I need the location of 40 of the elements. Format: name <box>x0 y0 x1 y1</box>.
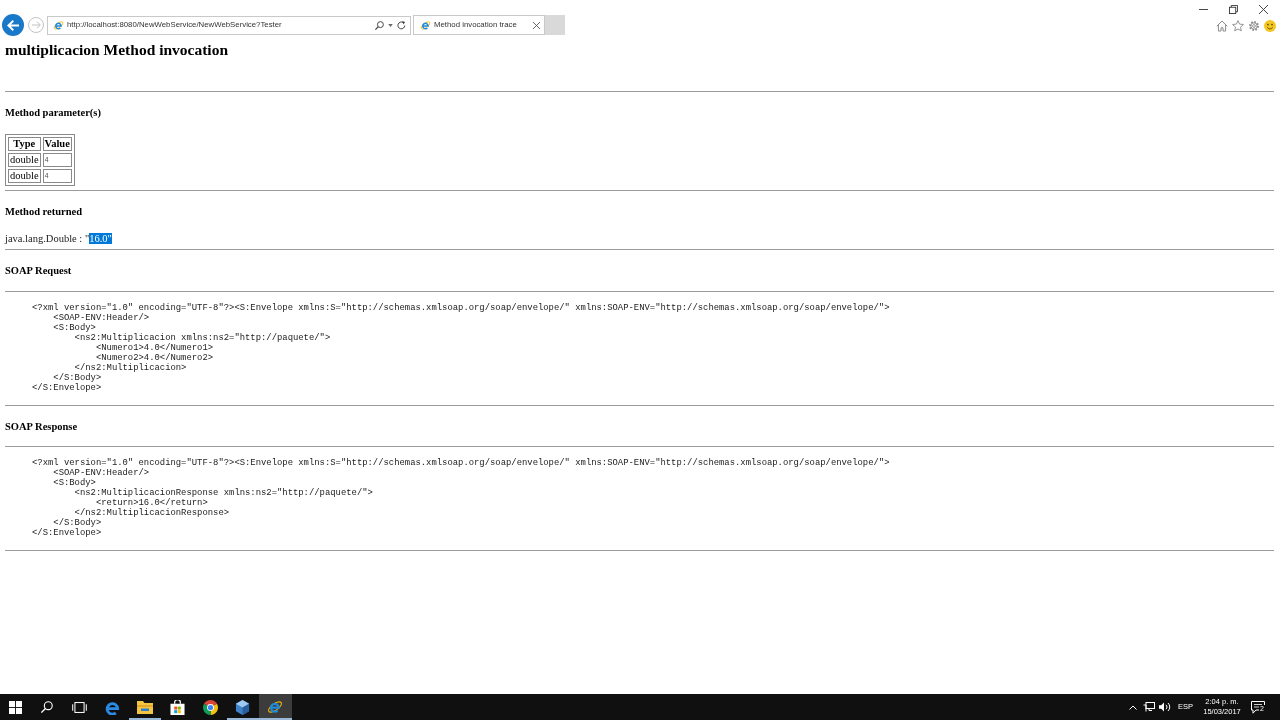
section-heading: Method parameter(s) <box>5 106 102 119</box>
cube-icon <box>235 699 251 715</box>
e-ring-logo-icon <box>53 19 64 31</box>
tricolor-circle-icon <box>202 699 218 715</box>
left-arrow-icon <box>7 19 19 31</box>
section-heading: SOAP Response <box>5 419 79 433</box>
page-title: multiplicacion Method invocation <box>5 41 230 59</box>
settings-icon[interactable] <box>1248 20 1260 32</box>
star-icon[interactable] <box>1232 20 1244 32</box>
right-arrow-icon <box>31 21 41 29</box>
smiley-icon[interactable] <box>1264 20 1276 32</box>
e-ring-logo-icon <box>420 19 431 31</box>
network-icon[interactable] <box>1143 702 1155 712</box>
chevron-up-icon[interactable] <box>1129 704 1137 710</box>
caret-down-icon[interactable] <box>388 23 393 27</box>
refresh-icon[interactable] <box>397 20 406 30</box>
e-ring-logo-icon <box>267 699 284 715</box>
table-cell: double <box>8 153 41 167</box>
section-heading: Method returned <box>5 205 84 218</box>
e-logo-icon <box>105 699 120 715</box>
table-cell: double <box>8 169 41 183</box>
search-icon[interactable] <box>375 20 384 30</box>
speech-bubble-icon <box>1251 700 1265 714</box>
section-heading: SOAP Request <box>5 264 73 277</box>
close-icon <box>1258 4 1268 14</box>
task-view-icon <box>72 701 88 713</box>
volume-icon[interactable] <box>1159 702 1171 712</box>
restore-icon <box>1228 4 1238 14</box>
close-icon[interactable] <box>533 21 540 29</box>
folder-icon <box>137 700 154 714</box>
xml-code: <?xml version="1.0" encoding="UTF-8"?><S:Envelope xmlns:S="http://schemas.xmlsoap.org/soap/envelope/" xmlns:SOAP-ENV="http://schemas.xmlsoap.org/soap/envelope/"> <SOAP-ENV:Header/> <S:Body> <ns2:MultiplicacionResponse xmlns:ns2="http://paquete/"> <return>16.0</return> </ns2:MultiplicacionResponse> </S:Body> </S:Envelope> <box>31 458 891 538</box>
column-header: Type <box>8 137 41 151</box>
shopping-bag-icon <box>170 699 186 715</box>
column-header: Value <box>42 137 72 151</box>
back-button[interactable] <box>2 14 24 36</box>
xml-code: <?xml version="1.0" encoding="UTF-8"?><S:Envelope xmlns:S="http://schemas.xmlsoap.org/soap/envelope/" xmlns:SOAP-ENV="http://schemas.xmlsoap.org/soap/envelope/"> <SOAP-ENV:Header/> <S:Body> <ns2:Multiplicacion xmlns:ns2="http://paquete/"> <Numero1>4.0</Numero1> <Numero2>4.0</Numero2> </ns2:Multiplicacion> </S:Body> </S:Envelope> <box>31 302 891 393</box>
search-icon <box>41 701 54 713</box>
windows-logo-icon <box>9 700 22 714</box>
return-value-text: java.lang.Double : "16.0" <box>5 231 113 245</box>
home-icon[interactable] <box>1216 20 1228 32</box>
